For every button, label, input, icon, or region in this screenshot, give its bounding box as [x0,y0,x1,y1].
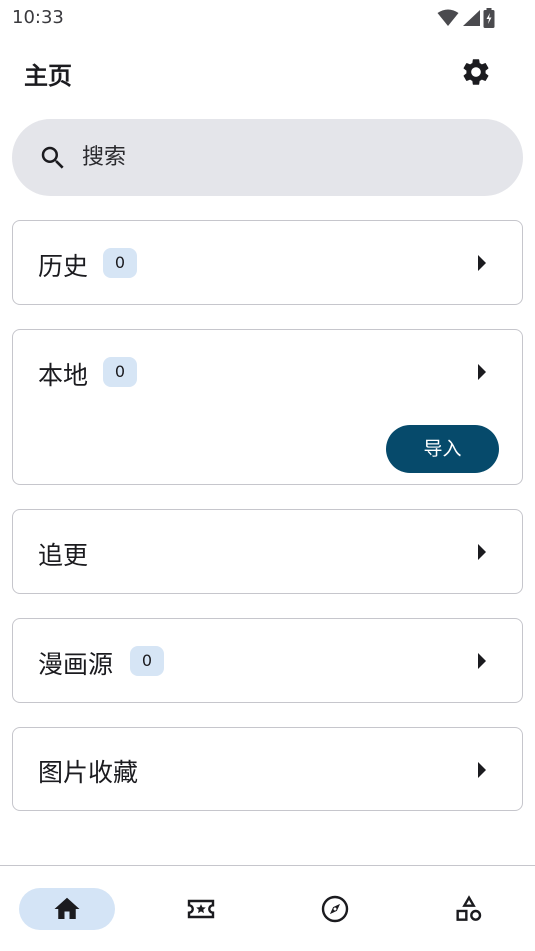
import-button[interactable]: 导入 [386,425,499,473]
nav-explore[interactable] [287,888,383,930]
search-bar[interactable] [12,119,523,196]
categories-icon [453,893,485,925]
status-bar: 10:33 [0,0,535,36]
comic-sources-card[interactable]: 漫画源 0 [12,618,523,703]
search-icon [38,143,68,173]
app-bar: 主页 [0,44,535,100]
bottom-navigation [0,865,535,951]
history-card[interactable]: 历史 0 [12,220,523,305]
status-time: 10:33 [12,7,64,28]
chevron-right-icon [472,362,492,382]
comic-sources-count-badge: 0 [130,646,164,676]
local-card[interactable]: 本地 0 导入 [12,329,523,485]
search-input[interactable] [82,145,462,170]
battery-charging-icon [483,8,495,28]
home-icon [52,894,82,924]
chevron-right-icon [472,542,492,562]
chevron-right-icon [472,760,492,780]
star-ticket-icon [185,893,217,925]
chevron-right-icon [472,651,492,671]
image-favorites-card[interactable]: 图片收藏 [12,727,523,811]
wifi-icon [437,9,459,27]
history-count-badge: 0 [103,248,137,278]
compass-icon [319,893,351,925]
follow-updates-card[interactable]: 追更 [12,509,523,594]
comic-sources-label: 漫画源 [38,650,114,679]
status-icons [437,8,495,28]
local-label: 本地 [38,361,89,390]
nav-home[interactable] [19,888,115,930]
chevron-right-icon [472,253,492,273]
follow-updates-label: 追更 [38,541,89,570]
gear-icon [460,56,492,88]
nav-categories[interactable] [421,888,517,930]
history-label: 历史 [38,252,89,281]
cellular-signal-icon [461,9,481,27]
page-title: 主页 [24,62,72,90]
image-favorites-label: 图片收藏 [38,758,139,787]
nav-favorites[interactable] [153,888,249,930]
settings-button[interactable] [452,48,500,96]
local-count-badge: 0 [103,357,137,387]
